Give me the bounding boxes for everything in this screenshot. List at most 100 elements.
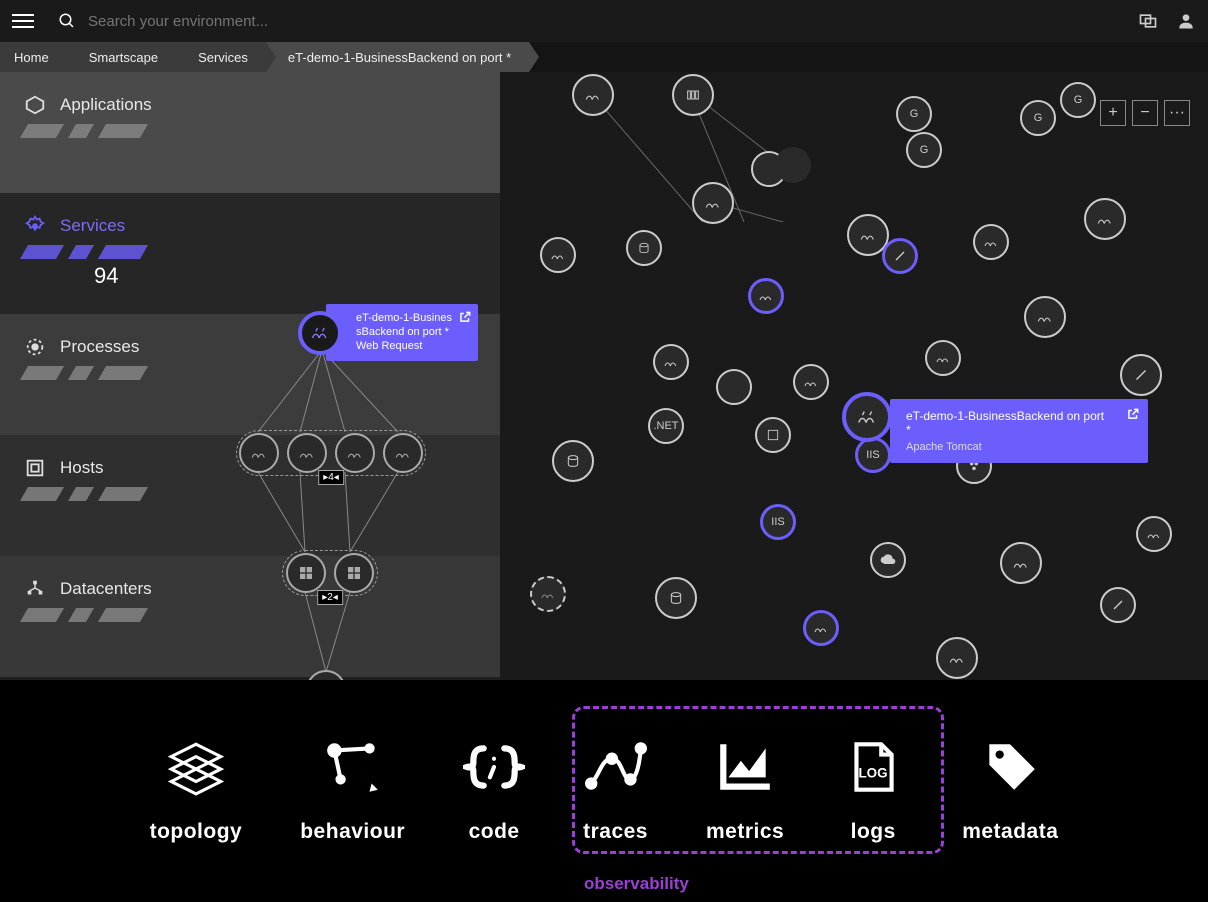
graph-node[interactable] — [530, 576, 566, 612]
process-node[interactable] — [287, 433, 327, 473]
hosts-count-badge: ▸2◂ — [317, 590, 343, 605]
topology-icon — [165, 738, 227, 796]
graph-node-g[interactable]: G — [1060, 82, 1096, 118]
layers-sidebar: Applications Services 94 — [0, 72, 500, 680]
graph-node[interactable] — [1000, 542, 1042, 584]
observability-group-box — [572, 706, 944, 854]
graph-node[interactable] — [793, 364, 829, 400]
bottom-item-code[interactable]: code — [463, 738, 525, 844]
graph-node[interactable] — [1136, 516, 1172, 552]
graph-node-g[interactable]: G — [896, 96, 932, 132]
layer-datacenters[interactable]: Datacenters — [0, 556, 500, 677]
graph-node[interactable] — [572, 74, 614, 116]
bottom-item-metadata[interactable]: metadata — [962, 738, 1058, 844]
graph-node[interactable] — [775, 147, 811, 183]
tooltip-subtitle: Apache Tomcat — [906, 441, 1110, 453]
user-icon[interactable] — [1176, 11, 1196, 31]
search-input[interactable] — [88, 13, 1138, 30]
menu-hamburger[interactable] — [12, 10, 34, 32]
topology-graph[interactable]: IIS IIS .NET G G G G eT-demo-1-BusinessB… — [500, 72, 1208, 680]
graph-node[interactable] — [755, 417, 791, 453]
graph-edges — [500, 72, 800, 222]
graph-node[interactable] — [803, 610, 839, 646]
selected-graph-node[interactable] — [842, 392, 892, 442]
breadcrumb-home[interactable]: Home — [0, 42, 67, 72]
hosts-group[interactable]: ▸2◂ — [282, 550, 378, 596]
datacenters-label: Datacenters — [60, 579, 152, 599]
bottom-bar: observability topology behaviour code tr… — [0, 680, 1208, 902]
graph-node[interactable] — [973, 224, 1009, 260]
chip-line2: sBackend on port * — [356, 326, 452, 340]
breadcrumb: Home Smartscape Services eT-demo-1-Busin… — [0, 42, 1208, 72]
selected-service-chip[interactable]: eT-demo-1-Busines sBackend on port * Web… — [298, 304, 478, 361]
hosts-label: Hosts — [60, 458, 103, 478]
bottom-label: topology — [150, 820, 243, 844]
process-count-badge: ▸4◂ — [318, 470, 344, 485]
breadcrumb-smartscape[interactable]: Smartscape — [67, 42, 176, 72]
behaviour-icon — [322, 738, 384, 796]
graph-node[interactable] — [936, 637, 978, 679]
zoom-in-button[interactable]: + — [1100, 100, 1126, 126]
dashboard-icon[interactable] — [1138, 11, 1158, 31]
bottom-item-topology[interactable]: topology — [150, 738, 243, 844]
process-node[interactable] — [335, 433, 375, 473]
breadcrumb-current: eT-demo-1-BusinessBackend on port * — [266, 42, 529, 72]
graph-node[interactable] — [1120, 354, 1162, 396]
bottom-label: behaviour — [300, 820, 405, 844]
process-group[interactable]: ▸4◂ — [236, 430, 426, 476]
applications-label: Applications — [60, 95, 152, 115]
graph-more-button[interactable]: ··· — [1164, 100, 1190, 126]
layer-stripe — [20, 124, 148, 138]
code-icon — [463, 738, 525, 796]
graph-node[interactable] — [552, 440, 594, 482]
layer-applications[interactable]: Applications — [0, 72, 500, 193]
graph-node-g[interactable]: G — [1020, 100, 1056, 136]
layer-stripe — [20, 487, 148, 501]
chip-line3: Web Request — [356, 340, 452, 354]
bottom-label: metadata — [962, 820, 1058, 844]
processes-icon — [24, 336, 46, 358]
zoom-out-button[interactable]: − — [1132, 100, 1158, 126]
graph-node-net[interactable]: .NET — [648, 408, 684, 444]
host-node[interactable] — [286, 553, 326, 593]
graph-node[interactable] — [692, 182, 734, 224]
layer-stripe — [20, 245, 148, 259]
graph-node[interactable] — [870, 542, 906, 578]
graph-node-iis[interactable]: IIS — [855, 437, 891, 473]
tooltip-title: eT-demo-1-BusinessBackend on port * — [906, 409, 1110, 437]
layer-services[interactable]: Services 94 — [0, 193, 500, 314]
graph-node[interactable] — [655, 577, 697, 619]
process-node[interactable] — [383, 433, 423, 473]
hosts-icon — [24, 457, 46, 479]
open-external-icon[interactable] — [1126, 407, 1140, 421]
graph-node[interactable] — [1100, 587, 1136, 623]
bottom-item-behaviour[interactable]: behaviour — [300, 738, 405, 844]
graph-node[interactable] — [748, 278, 784, 314]
services-icon — [24, 215, 46, 237]
graph-node[interactable] — [653, 344, 689, 380]
host-node[interactable] — [334, 553, 374, 593]
service-node-icon — [298, 311, 342, 355]
processes-label: Processes — [60, 337, 139, 357]
layer-stripe — [20, 608, 148, 622]
services-label: Services — [60, 216, 125, 236]
search-icon — [58, 12, 76, 30]
graph-node-g[interactable]: G — [906, 132, 942, 168]
graph-node[interactable] — [626, 230, 662, 266]
graph-node[interactable] — [1024, 296, 1066, 338]
graph-node-iis[interactable]: IIS — [760, 504, 796, 540]
open-external-icon[interactable] — [458, 310, 472, 324]
graph-node[interactable] — [882, 238, 918, 274]
graph-node[interactable] — [672, 74, 714, 116]
datacenters-icon — [24, 578, 46, 600]
metadata-icon — [979, 738, 1041, 796]
layer-stripe — [20, 366, 148, 380]
graph-node[interactable] — [925, 340, 961, 376]
graph-node[interactable] — [716, 369, 752, 405]
process-node[interactable] — [239, 433, 279, 473]
bottom-label: code — [469, 820, 520, 844]
node-tooltip: eT-demo-1-BusinessBackend on port * Apac… — [890, 399, 1148, 463]
breadcrumb-services[interactable]: Services — [176, 42, 266, 72]
graph-node[interactable] — [540, 237, 576, 273]
graph-node[interactable] — [1084, 198, 1126, 240]
